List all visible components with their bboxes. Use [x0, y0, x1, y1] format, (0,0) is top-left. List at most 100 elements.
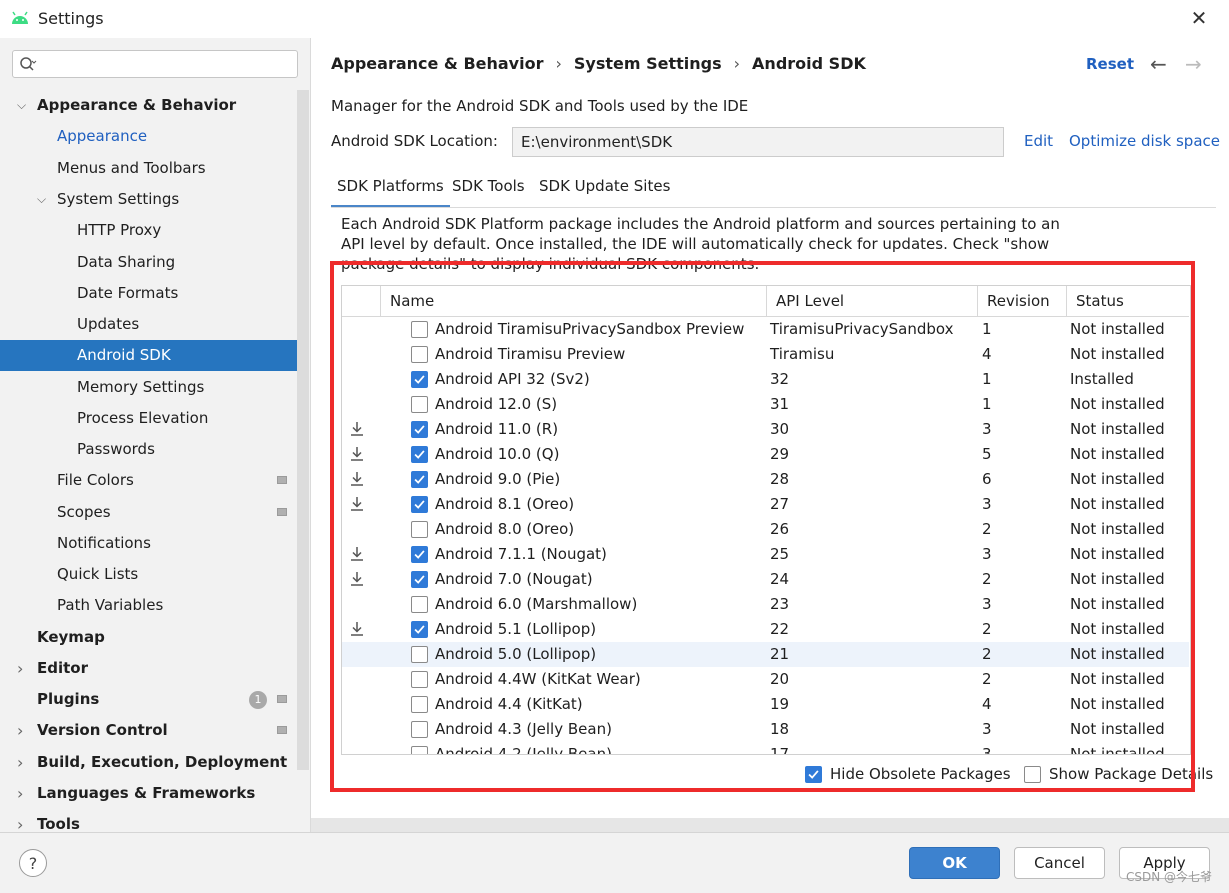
package-checkbox[interactable]	[411, 671, 428, 688]
package-checkbox[interactable]	[411, 621, 428, 638]
package-checkbox[interactable]	[411, 396, 428, 413]
package-checkbox[interactable]	[411, 596, 428, 613]
sidebar-item[interactable]: ⌵ Appearance & Behavior	[0, 90, 297, 121]
chevron-right-icon[interactable]: ›	[17, 747, 31, 778]
sidebar-item[interactable]: ⌵ System Settings	[0, 184, 297, 215]
package-checkbox[interactable]	[411, 421, 428, 438]
table-row[interactable]: Android 11.0 (R) 30 3 Not installed	[342, 417, 1190, 442]
package-checkbox[interactable]	[411, 321, 428, 338]
package-checkbox[interactable]	[411, 571, 428, 588]
table-row[interactable]: Android 6.0 (Marshmallow) 23 3 Not installe…	[342, 592, 1190, 617]
table-row[interactable]: Android 5.1 (Lollipop) 22 2 Not installed	[342, 617, 1190, 642]
hide-obsolete-checkbox[interactable]	[805, 766, 822, 783]
forward-arrow-icon[interactable]: →	[1185, 52, 1202, 76]
search-input[interactable]	[41, 54, 295, 76]
chevron-down-icon[interactable]: ⌵	[37, 184, 51, 215]
hide-obsolete-label[interactable]: Hide Obsolete Packages	[830, 765, 1011, 783]
sidebar-item[interactable]: Menus and Toolbars	[0, 153, 297, 184]
show-package-details-label[interactable]: Show Package Details	[1049, 765, 1213, 783]
chevron-right-icon[interactable]: ›	[17, 715, 31, 746]
sidebar-item[interactable]: Scopes	[0, 497, 297, 528]
chevron-right-icon[interactable]: ›	[17, 778, 31, 809]
sidebar-item[interactable]: › Tools	[0, 809, 297, 832]
table-row[interactable]: Android 4.4W (KitKat Wear) 20 2 Not install…	[342, 667, 1190, 692]
sidebar-item[interactable]: HTTP Proxy	[0, 215, 297, 246]
sidebar-item[interactable]: Notifications	[0, 528, 297, 559]
column-header-revision[interactable]: Revision	[987, 286, 1050, 316]
sidebar-item[interactable]: Process Elevation	[0, 403, 297, 434]
back-arrow-icon[interactable]: ←	[1150, 52, 1167, 76]
package-checkbox[interactable]	[411, 746, 428, 754]
breadcrumb-item[interactable]: Appearance & Behavior	[331, 54, 543, 73]
package-checkbox[interactable]	[411, 646, 428, 663]
sdk-location-field[interactable]: E:\environment\SDK	[512, 127, 1004, 157]
sidebar-item[interactable]: Plugins 1	[0, 684, 297, 715]
ok-button[interactable]: OK	[909, 847, 1000, 879]
sidebar-item[interactable]: Quick Lists	[0, 559, 297, 590]
sidebar-item[interactable]: › Build, Execution, Deployment	[0, 747, 297, 778]
chevron-right-icon[interactable]: ›	[17, 809, 31, 832]
sidebar-item[interactable]: Path Variables	[0, 590, 297, 621]
help-icon[interactable]: ?	[19, 849, 47, 877]
sidebar-item[interactable]: › Editor	[0, 653, 297, 684]
tab-sdk-tools[interactable]: SDK Tools	[452, 175, 525, 205]
chevron-right-icon[interactable]: ›	[17, 653, 31, 684]
sidebar-item[interactable]: Updates	[0, 309, 297, 340]
package-checkbox[interactable]	[411, 521, 428, 538]
edit-link[interactable]: Edit	[1024, 132, 1053, 150]
package-checkbox[interactable]	[411, 446, 428, 463]
package-checkbox[interactable]	[411, 471, 428, 488]
sidebar-item[interactable]: Passwords	[0, 434, 297, 465]
table-row[interactable]: Android 4.3 (Jelly Bean) 18 3 Not installed	[342, 717, 1190, 742]
sidebar-item[interactable]: › Languages & Frameworks	[0, 778, 297, 809]
table-row[interactable]: Android 7.1.1 (Nougat) 25 3 Not installed	[342, 542, 1190, 567]
main-horizontal-scrollbar[interactable]	[311, 818, 1229, 832]
table-row[interactable]: Android API 32 (Sv2) 32 1 Installed	[342, 367, 1190, 392]
table-row[interactable]: Android 8.1 (Oreo) 27 3 Not installed	[342, 492, 1190, 517]
close-icon[interactable]: ✕	[1188, 6, 1210, 30]
checkmark-icon	[414, 475, 425, 484]
breadcrumb-item[interactable]: System Settings	[574, 54, 722, 73]
column-header-api-level[interactable]: API Level	[776, 286, 844, 316]
column-header-status[interactable]: Status	[1076, 286, 1124, 316]
optimize-disk-space-link[interactable]: Optimize disk space	[1069, 132, 1220, 150]
search-box[interactable]	[12, 50, 298, 78]
table-row[interactable]: Android 5.0 (Lollipop) 21 2 Not installed	[342, 642, 1190, 667]
cancel-button[interactable]: Cancel	[1014, 847, 1105, 879]
package-checkbox[interactable]	[411, 696, 428, 713]
show-package-details-checkbox[interactable]	[1024, 766, 1041, 783]
table-row[interactable]: Android 12.0 (S) 31 1 Not installed	[342, 392, 1190, 417]
sidebar-scrollbar[interactable]	[297, 90, 309, 770]
sidebar-item[interactable]: Data Sharing	[0, 247, 297, 278]
table-row[interactable]: Android 7.0 (Nougat) 24 2 Not installed	[342, 567, 1190, 592]
revision: 3	[982, 495, 992, 513]
table-row[interactable]: Android 4.2 (Jelly Bean) 17 3 Not installed	[342, 742, 1190, 754]
table-row[interactable]: Android Tiramisu Preview Tiramisu 4 Not ins…	[342, 342, 1190, 367]
sidebar-item[interactable]: Memory Settings	[0, 372, 297, 403]
table-scrollbar[interactable]	[1189, 316, 1190, 754]
table-row[interactable]: Android 9.0 (Pie) 28 6 Not installed	[342, 467, 1190, 492]
sidebar-item-label: Memory Settings	[77, 378, 205, 396]
sidebar-item[interactable]: Date Formats	[0, 278, 297, 309]
column-header-name[interactable]: Name	[390, 286, 434, 316]
sidebar-item[interactable]: File Colors	[0, 465, 297, 496]
table-row[interactable]: Android 4.4 (KitKat) 19 4 Not installed	[342, 692, 1190, 717]
package-checkbox[interactable]	[411, 496, 428, 513]
sidebar-item[interactable]: Appearance	[0, 121, 297, 152]
tab-sdk-update-sites[interactable]: SDK Update Sites	[539, 175, 670, 205]
reset-link[interactable]: Reset	[1086, 55, 1134, 73]
sidebar-item[interactable]: Android SDK	[0, 340, 297, 371]
table-row[interactable]: Android TiramisuPrivacySandbox Preview Ti…	[342, 317, 1190, 342]
chevron-down-icon[interactable]: ⌵	[17, 90, 31, 121]
tab-sdk-platforms[interactable]: SDK Platforms	[331, 175, 450, 208]
api-level: 32	[770, 370, 790, 388]
package-checkbox[interactable]	[411, 346, 428, 363]
package-checkbox[interactable]	[411, 371, 428, 388]
package-checkbox[interactable]	[411, 546, 428, 563]
package-name: Android 4.4 (KitKat)	[435, 695, 583, 713]
package-checkbox[interactable]	[411, 721, 428, 738]
sidebar-item[interactable]: › Version Control	[0, 715, 297, 746]
sidebar-item[interactable]: Keymap	[0, 622, 297, 653]
table-row[interactable]: Android 8.0 (Oreo) 26 2 Not installed	[342, 517, 1190, 542]
table-row[interactable]: Android 10.0 (Q) 29 5 Not installed	[342, 442, 1190, 467]
